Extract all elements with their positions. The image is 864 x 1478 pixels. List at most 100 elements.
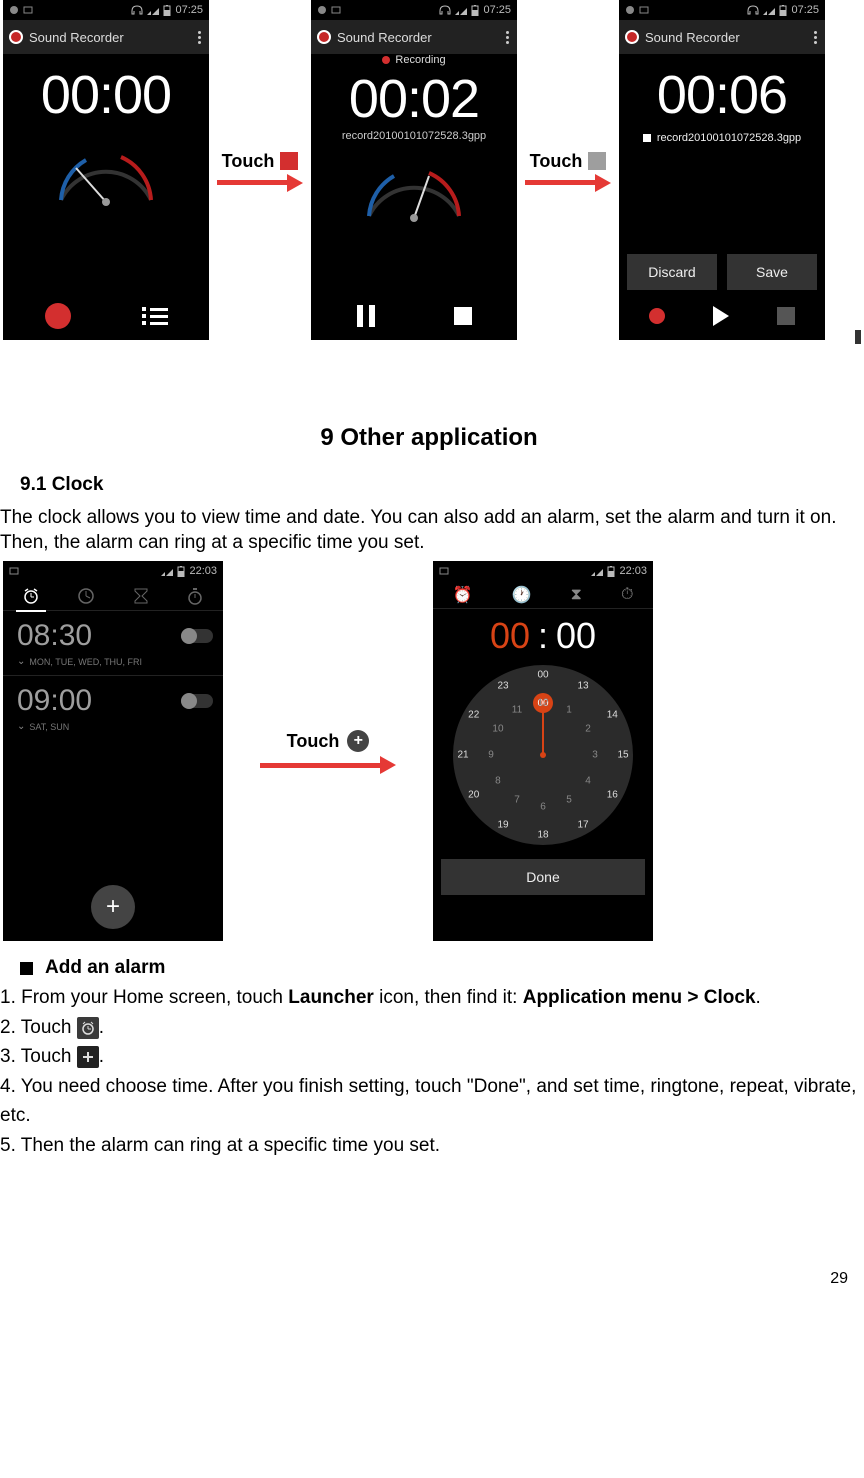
status-time: 07:25 — [175, 4, 203, 16]
dial-hour[interactable]: 00 — [537, 670, 548, 681]
dial-hour[interactable]: 14 — [607, 710, 618, 721]
chevron-down-icon: ⌄ — [17, 656, 25, 667]
touch-label: Touch — [222, 151, 275, 172]
dial-hour[interactable]: 9 — [488, 750, 494, 761]
pause-button[interactable] — [357, 305, 375, 327]
picker-minutes[interactable]: 00 — [556, 615, 596, 657]
bullet-icon — [20, 962, 33, 975]
recorder-screenshot-2: 07:25 Sound Recorder Recording 00:02 rec… — [311, 0, 517, 340]
dial-hour[interactable]: 18 — [537, 830, 548, 841]
alarm-toggle[interactable] — [181, 629, 213, 643]
dial-hour[interactable]: 11 — [512, 705, 522, 716]
dial-hour[interactable]: 3 — [592, 750, 598, 761]
alarm-item[interactable]: 09:00 ⌄SAT, SUN — [3, 676, 223, 740]
dial-hour[interactable]: 6 — [540, 802, 546, 813]
add-alarm-button[interactable]: + — [91, 885, 135, 929]
clock-tabs — [3, 581, 223, 611]
stop-button[interactable] — [777, 307, 795, 325]
signal-icon — [147, 5, 159, 15]
recorder-screenshot-1: 07:25 Sound Recorder 00:00 — [3, 0, 209, 340]
status-bar: 22:03 — [433, 561, 653, 581]
dial-hour[interactable]: 12 — [537, 698, 548, 709]
plus-icon — [77, 1046, 99, 1068]
dial-hour[interactable]: 5 — [566, 795, 572, 806]
file-icon — [643, 134, 651, 142]
dial-hour[interactable]: 21 — [457, 750, 468, 761]
alarm-list: 08:30 ⌄ MON, TUE, WED, THU, FRI 09:00 ⌄SA… — [3, 611, 223, 941]
stop-button[interactable] — [454, 307, 472, 325]
clock-screenshot-1: 22:03 08:30 ⌄ MON, TUE, WED, THU, FRI 09:… — [3, 561, 223, 941]
recordings-list-button[interactable] — [142, 307, 168, 325]
step-5: 5. Then the alarm can ring at a specific… — [0, 1131, 858, 1160]
recorder-app-icon — [9, 30, 23, 44]
overflow-menu-icon[interactable] — [814, 31, 819, 44]
dial-hour[interactable]: 4 — [585, 776, 591, 787]
section-heading: 9.1 Clock — [20, 474, 858, 496]
recording-file-row: record20100101072528.3gpp — [619, 132, 825, 144]
touch-label: Touch — [530, 151, 583, 172]
dial-hour[interactable]: 1 — [566, 705, 572, 716]
time-picker-display: 00:00 — [433, 615, 653, 657]
instruction-1: Touch — [209, 0, 311, 340]
alarm-toggle[interactable] — [181, 694, 213, 708]
recorder-toolbar — [311, 296, 517, 336]
dial-hour[interactable]: 2 — [585, 724, 591, 735]
arrow-icon — [525, 176, 611, 190]
instruction-3: Touch+ — [223, 561, 433, 941]
dial-hour[interactable]: 8 — [495, 776, 501, 787]
app-title: Sound Recorder — [29, 30, 124, 45]
record-icon — [280, 152, 298, 170]
recorder-app-icon — [317, 30, 331, 44]
play-button[interactable] — [713, 306, 729, 326]
dial-hour[interactable]: 16 — [607, 790, 618, 801]
save-button[interactable]: Save — [727, 254, 817, 290]
intro-paragraph: The clock allows you to view time and da… — [0, 506, 858, 555]
bullet-heading: Add an alarm — [20, 957, 858, 979]
time-picker-dial[interactable]: 00 0013141516171819202122231212345678910… — [453, 665, 633, 845]
save-discard-row: Discard Save — [619, 254, 825, 290]
alarm-days: MON, TUE, WED, THU, FRI — [29, 657, 142, 667]
arrow-icon — [260, 758, 396, 772]
step-3: 3. Touch . — [0, 1042, 858, 1071]
headset-icon — [131, 5, 143, 15]
battery-icon — [163, 5, 171, 16]
done-button[interactable]: Done — [441, 859, 645, 895]
recorder-sequence: 07:25 Sound Recorder 00:00 Touch — [0, 0, 858, 340]
recorder-app-icon — [625, 30, 639, 44]
tab-stopwatch[interactable] — [186, 587, 204, 605]
alarm-time: 08:30 — [17, 619, 92, 653]
arrow-icon — [217, 176, 303, 190]
dial-hour[interactable]: 7 — [514, 795, 520, 806]
recorder-screenshot-3: 07:25 Sound Recorder 00:06 record2010010… — [619, 0, 825, 340]
dial-hour[interactable]: 15 — [617, 750, 628, 761]
vu-meter — [354, 156, 474, 226]
chapter-heading: 9 Other application — [0, 424, 858, 452]
dial-hour[interactable]: 23 — [497, 681, 508, 692]
status-bar: 22:03 — [3, 561, 223, 581]
record-button[interactable] — [45, 303, 71, 329]
app-bar: Sound Recorder — [311, 20, 517, 54]
alarm-item[interactable]: 08:30 ⌄ MON, TUE, WED, THU, FRI — [3, 611, 223, 676]
status-bar: 07:25 — [3, 0, 209, 20]
picker-hours[interactable]: 00 — [490, 615, 530, 657]
dial-hour[interactable]: 13 — [577, 681, 588, 692]
timer-display: 00:06 — [619, 64, 825, 126]
dial-hour[interactable]: 22 — [468, 710, 479, 721]
dial-hour[interactable]: 17 — [577, 819, 588, 830]
dial-hour[interactable]: 19 — [497, 819, 508, 830]
dial-hour[interactable]: 10 — [492, 724, 503, 735]
tab-alarm[interactable] — [22, 587, 40, 605]
clock-screenshot-2: 22:03 ⏰🕐⧗⏱ 00:00 00 00131415161718192021… — [433, 561, 653, 941]
record-button[interactable] — [649, 308, 665, 324]
tab-clock[interactable] — [77, 587, 95, 605]
plus-icon: + — [347, 730, 369, 752]
overflow-menu-icon[interactable] — [506, 31, 511, 44]
timer-display: 00:00 — [3, 64, 209, 126]
picker-tabs-dim: ⏰🕐⧗⏱ — [433, 581, 653, 609]
timer-display: 00:02 — [311, 68, 517, 130]
page-number: 29 — [0, 1270, 858, 1288]
dial-hour[interactable]: 20 — [468, 790, 479, 801]
overflow-menu-icon[interactable] — [198, 31, 203, 44]
tab-timer[interactable] — [133, 587, 149, 605]
discard-button[interactable]: Discard — [627, 254, 717, 290]
